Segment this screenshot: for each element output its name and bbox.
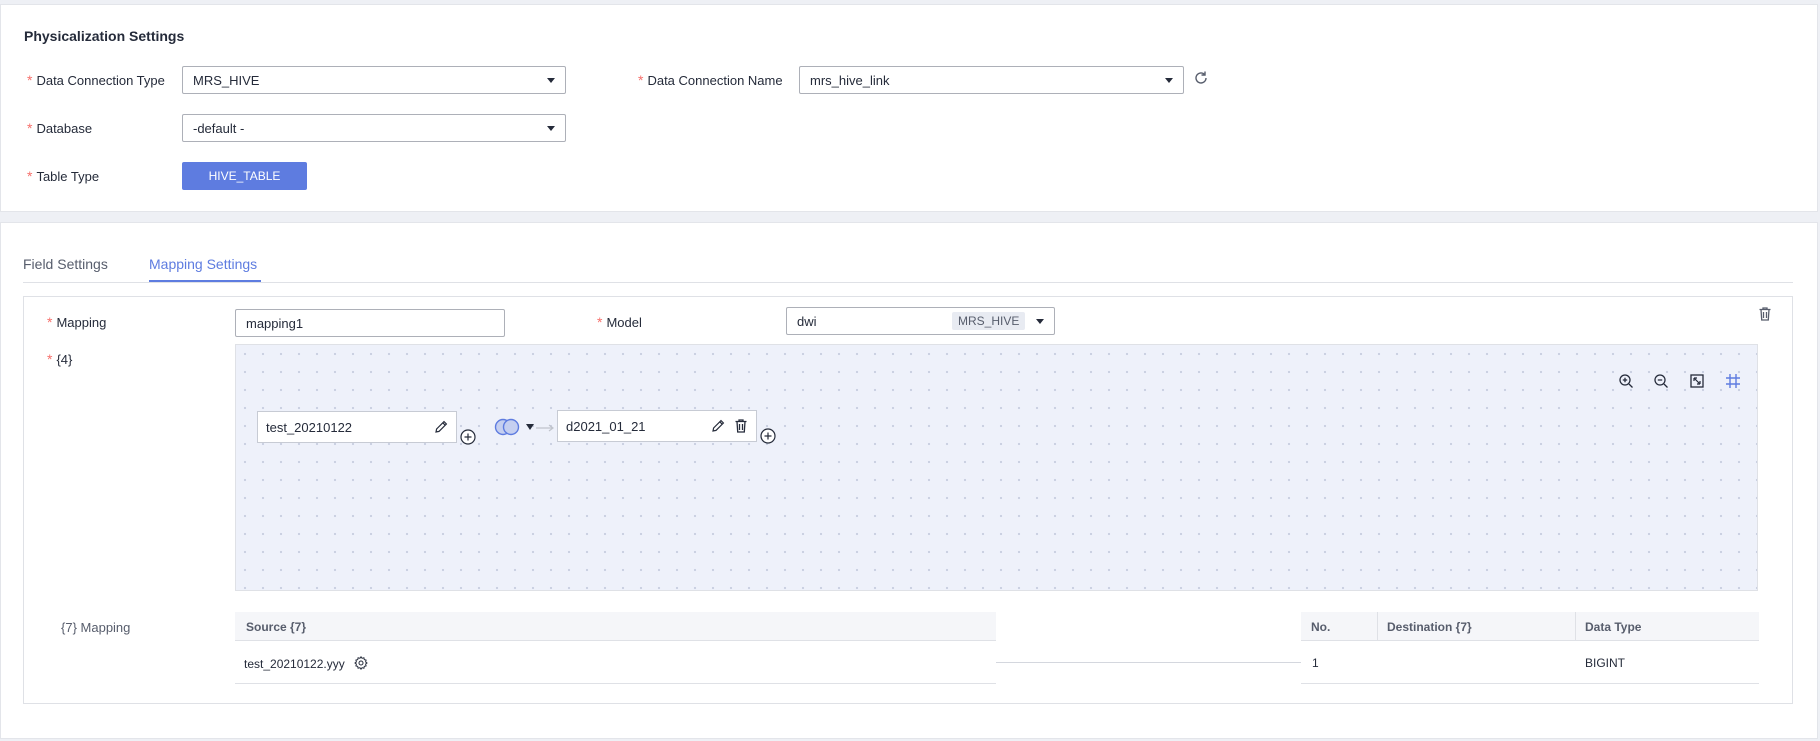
field-mapping-label: {7} Mapping <box>61 620 131 635</box>
mapping-connector-line <box>996 662 1301 663</box>
source-column-header: Source {7} <box>246 620 307 634</box>
zoom-out-icon[interactable] <box>1651 371 1671 391</box>
data-type-column-header: Data Type <box>1585 620 1642 634</box>
fit-screen-icon[interactable] <box>1687 371 1707 391</box>
tab-mapping-settings[interactable]: Mapping Settings <box>149 256 257 272</box>
settings-icon[interactable] <box>352 654 370 672</box>
edit-icon[interactable] <box>709 417 727 435</box>
data-connection-type-select[interactable]: MRS_HIVE <box>182 66 566 94</box>
delete-icon[interactable] <box>732 417 750 435</box>
database-select[interactable]: -default - <box>182 114 566 142</box>
destination-column-header: Destination {7} <box>1387 620 1472 634</box>
mapping-label: * Mapping <box>47 314 107 330</box>
column-divider <box>1377 612 1378 640</box>
data-connection-type-label: * Data Connection Type <box>27 72 165 88</box>
tab-field-settings[interactable]: Field Settings <box>23 256 108 272</box>
physicalization-card: Physicalization Settings * Data Connectio… <box>0 4 1818 212</box>
source-field-cell: test_20210122.yyy <box>244 657 345 671</box>
model-type-badge: MRS_HIVE <box>952 312 1026 330</box>
no-column-header: No. <box>1311 620 1331 634</box>
chevron-down-icon <box>1165 78 1173 83</box>
table-type-label: * Table Type <box>27 168 100 184</box>
data-connection-name-label: * Data Connection Name <box>638 72 783 88</box>
connector-arrow-icon <box>536 423 556 433</box>
section-title: Physicalization Settings <box>24 28 185 44</box>
required-mark: * <box>27 168 33 184</box>
required-mark: * <box>47 351 53 367</box>
required-mark: * <box>27 72 33 88</box>
mapping-canvas[interactable]: test_20210122 d2021_01_21 <box>235 344 1758 591</box>
database-label: * Database <box>27 120 93 136</box>
divider <box>235 683 996 684</box>
required-mark: * <box>638 72 644 88</box>
zoom-in-icon[interactable] <box>1616 371 1636 391</box>
column-divider <box>1575 612 1576 640</box>
add-node-icon[interactable] <box>758 426 778 446</box>
canvas-label: * {4} <box>47 351 73 367</box>
divider <box>1301 683 1759 684</box>
destination-table-header <box>1301 612 1759 640</box>
chevron-down-icon <box>547 78 555 83</box>
join-type-icon[interactable] <box>491 416 523 438</box>
model-label: * Model <box>597 314 642 330</box>
required-mark: * <box>597 314 603 330</box>
chevron-down-icon <box>1036 319 1044 324</box>
target-table-node[interactable]: d2021_01_21 <box>557 410 757 442</box>
source-table-header <box>235 612 996 640</box>
divider <box>235 640 996 641</box>
grid-icon[interactable] <box>1723 371 1743 391</box>
mapping-name-input[interactable]: mapping1 <box>235 309 505 337</box>
source-table-node[interactable]: test_20210122 <box>257 411 457 443</box>
divider <box>1301 640 1759 641</box>
add-node-icon[interactable] <box>458 427 478 447</box>
delete-icon[interactable] <box>1754 303 1776 325</box>
data-connection-name-select[interactable]: mrs_hive_link <box>799 66 1184 94</box>
data-type-cell: BIGINT <box>1585 656 1626 670</box>
required-mark: * <box>47 314 53 330</box>
refresh-icon[interactable] <box>1191 68 1211 88</box>
model-select[interactable]: dwi MRS_HIVE <box>786 307 1055 335</box>
required-mark: * <box>27 120 33 136</box>
join-dropdown-icon[interactable] <box>524 421 536 433</box>
chevron-down-icon <box>547 126 555 131</box>
no-cell: 1 <box>1312 656 1319 670</box>
edit-icon[interactable] <box>432 418 450 436</box>
tabs-divider <box>23 282 1793 283</box>
table-type-button[interactable]: HIVE_TABLE <box>182 162 307 190</box>
